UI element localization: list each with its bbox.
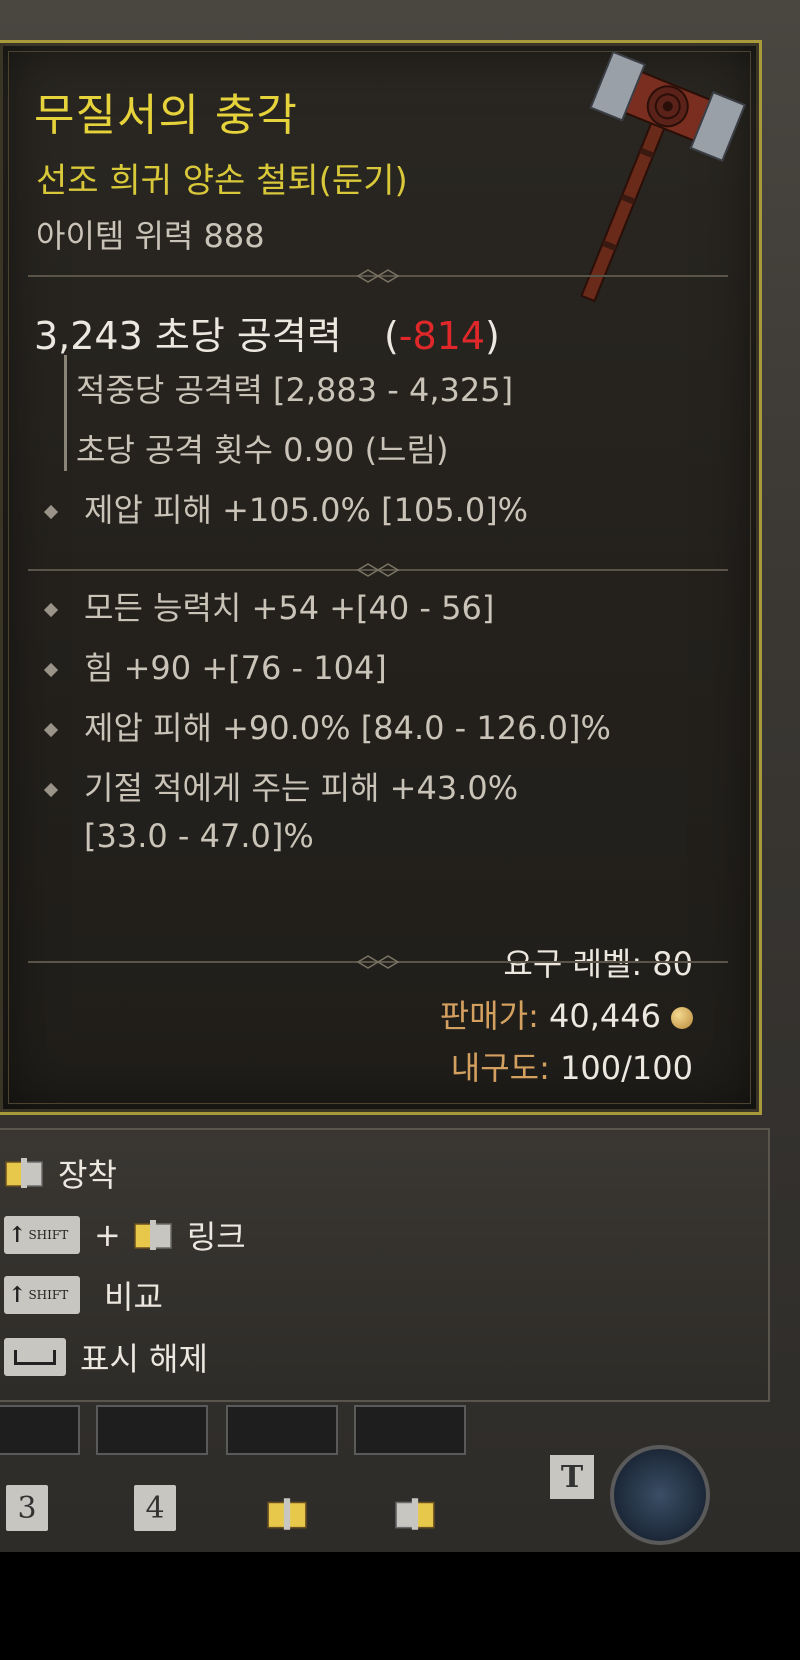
damage-per-hit: 적중당 공격력 [2,883 - 4,325] xyxy=(76,371,514,409)
divider xyxy=(28,955,728,969)
affix-diamond-icon xyxy=(43,782,59,798)
hotbar: 3 4 T xyxy=(0,1405,800,1552)
shift-key-icon: ↑ SHIFT xyxy=(4,1216,80,1254)
affix-row: 기절 적에게 주는 피해 +43.0% xyxy=(84,769,519,807)
hotkey-4: 4 xyxy=(134,1485,176,1531)
dps-delta-open: ( xyxy=(383,314,399,358)
ultimate-skill-orb-icon[interactable] xyxy=(610,1445,710,1545)
stat-bracket xyxy=(64,355,67,471)
affix-diamond-icon xyxy=(43,602,59,618)
attack-speed: 초당 공격 횟수 0.90 (느림) xyxy=(76,431,449,469)
affix-row: 제압 피해 +90.0% [84.0 - 126.0]% xyxy=(84,709,611,747)
equip-hint[interactable]: 장착 xyxy=(4,1150,117,1196)
dps-value: 3,243 초당 공격력 xyxy=(34,314,342,358)
implicit-affix: 제압 피해 +105.0% [105.0]% xyxy=(84,491,529,529)
affix-diamond-icon xyxy=(43,662,59,678)
game-scene: 무질서의 충각 선조 희귀 양손 철퇴(둔기) 아이템 위력 888 3,243 xyxy=(0,0,800,1552)
link-hint[interactable]: ↑ SHIFT + 링크 xyxy=(4,1212,246,1258)
dps-delta: -814 xyxy=(398,314,486,358)
affix-diamond-icon xyxy=(43,722,59,738)
gold-coin-icon xyxy=(671,1007,693,1029)
durability-label: 내구도: xyxy=(450,1049,550,1087)
link-label: 링크 xyxy=(186,1218,246,1256)
item-tooltip: 무질서의 충각 선조 희귀 양손 철퇴(둔기) 아이템 위력 888 3,243 xyxy=(0,40,762,1115)
skill-slot[interactable] xyxy=(0,1405,80,1455)
affix-row: 힘 +90 +[76 - 104] xyxy=(84,649,387,687)
controls-panel: 장착 ↑ SHIFT + 링크 ↑ SHIFT 비교 표시 해제 xyxy=(0,1128,770,1402)
hotkey-t: T xyxy=(550,1455,594,1499)
shift-key-icon: ↑ SHIFT xyxy=(4,1276,80,1314)
hotkey-3: 3 xyxy=(6,1485,48,1531)
item-power: 아이템 위력 888 xyxy=(36,217,265,255)
mouse-button-icon xyxy=(134,1220,172,1250)
item-name: 무질서의 충각 xyxy=(34,90,298,141)
hide-hint[interactable]: 표시 해제 xyxy=(4,1334,208,1380)
skill-slot[interactable] xyxy=(354,1405,466,1455)
shift-key-label: SHIFT xyxy=(28,1228,69,1242)
sell-price-label: 판매가: xyxy=(439,997,539,1035)
skill-slot[interactable] xyxy=(96,1405,208,1455)
compare-label: 비교 xyxy=(104,1278,163,1316)
mouse-button-icon xyxy=(5,1158,43,1188)
skill-slot[interactable] xyxy=(226,1405,338,1455)
affix-row-continued: [33.0 - 47.0]% xyxy=(84,817,314,855)
affix-diamond-icon xyxy=(43,504,59,520)
sell-price: 판매가: 40,446 xyxy=(440,991,693,1037)
divider xyxy=(28,563,728,577)
mouse-button-icon xyxy=(395,1498,435,1530)
shift-key-label: SHIFT xyxy=(28,1288,69,1302)
item-type: 선조 희귀 양손 철퇴(둔기) xyxy=(36,161,408,201)
sell-price-value: 40,446 xyxy=(549,997,661,1035)
durability: 내구도: 100/100 xyxy=(451,1043,693,1089)
durability-value: 100/100 xyxy=(560,1049,693,1087)
affix-row: 모든 능력치 +54 +[40 - 56] xyxy=(84,589,495,627)
spacebar-key-icon xyxy=(4,1338,66,1376)
plus-sign: + xyxy=(94,1216,121,1254)
hide-label: 표시 해제 xyxy=(80,1340,208,1378)
compare-hint[interactable]: ↑ SHIFT 비교 xyxy=(4,1272,163,1318)
equip-label: 장착 xyxy=(58,1156,117,1194)
divider xyxy=(28,269,728,283)
dps-delta-close: ) xyxy=(485,314,500,358)
dps-line: 3,243 초당 공격력 (-814) xyxy=(34,305,500,360)
mouse-button-icon xyxy=(267,1498,307,1530)
